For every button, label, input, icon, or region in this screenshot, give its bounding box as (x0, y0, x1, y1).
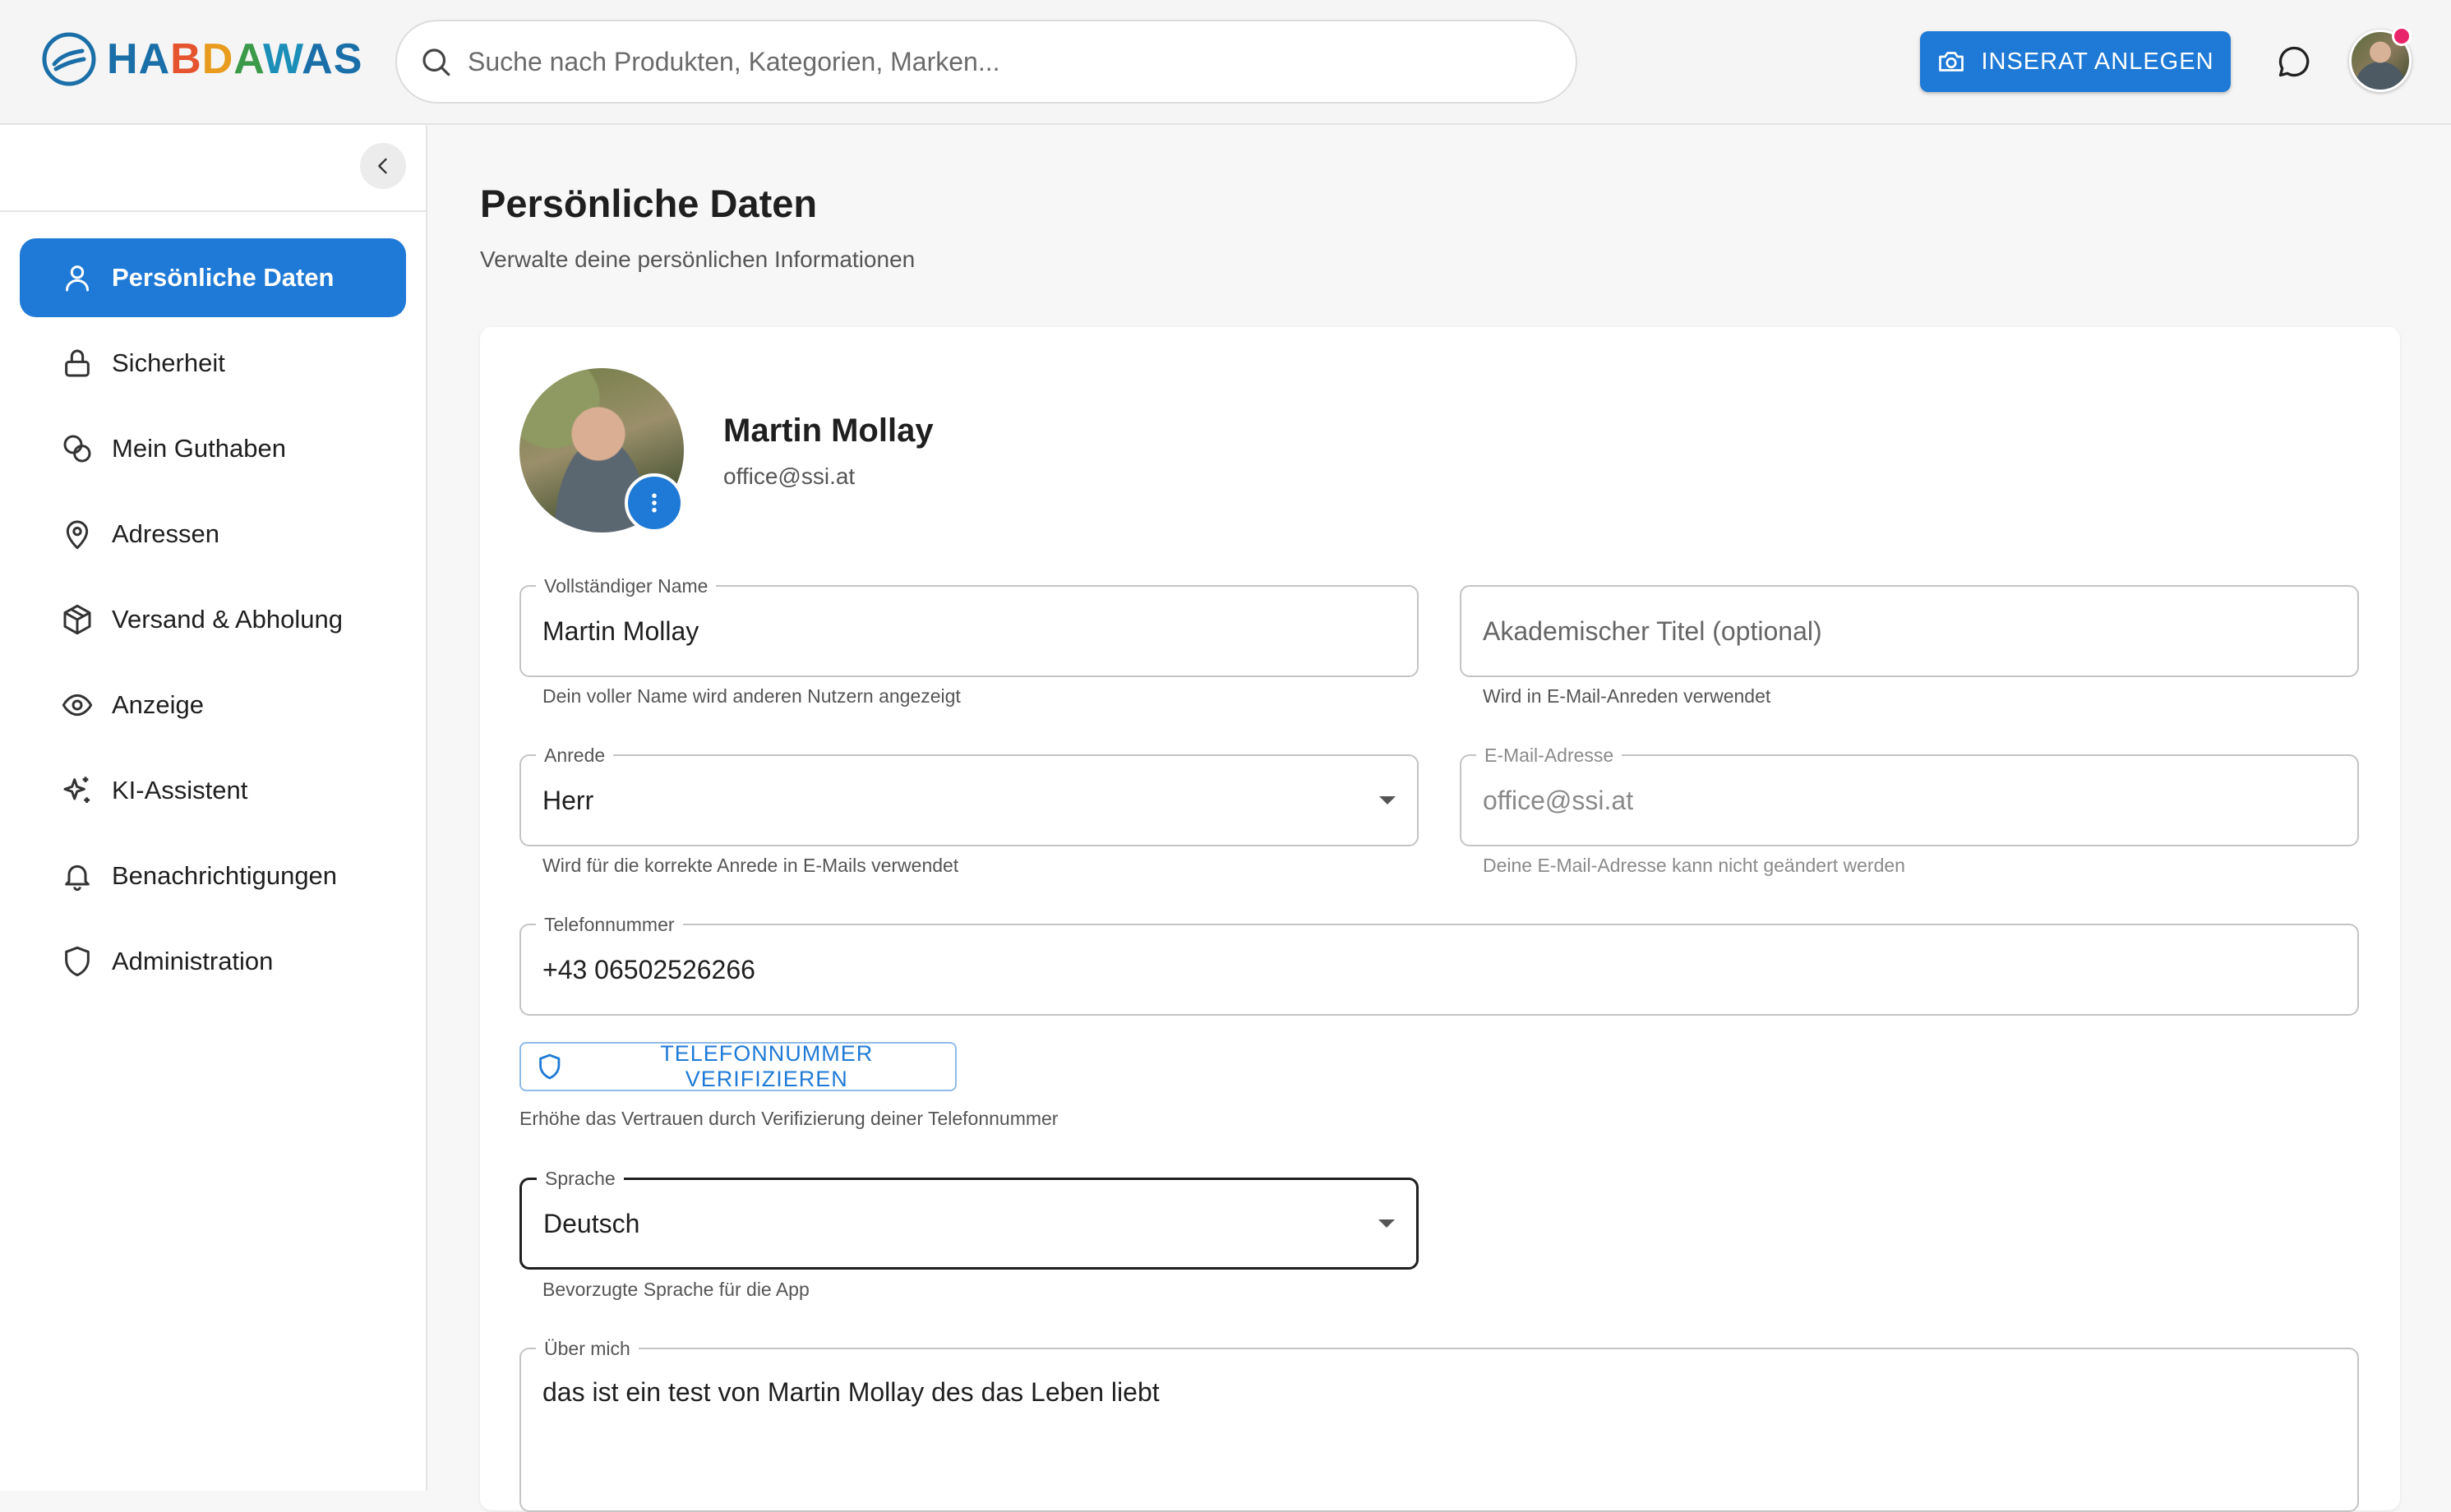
page-subtitle: Verwalte deine persönlichen Informatione… (480, 247, 916, 272)
messages-button[interactable] (2273, 41, 2315, 82)
salutation-select[interactable]: Anrede Herr (519, 744, 1419, 846)
personal-data-card: Martin Mollay office@ssi.at Vollständige… (480, 327, 2400, 1512)
sidebar-item-label: Persönliche Daten (112, 263, 335, 292)
create-listing-label: INSERAT ANLEGEN (1981, 48, 2214, 75)
verify-phone-label: TELEFONNUMMER VERIFIZIEREN (660, 1041, 874, 1091)
sidebar-item-label: Benachrichtigungen (112, 861, 338, 890)
verify-phone-button[interactable]: TELEFONNUMMER VERIFIZIEREN (519, 1041, 957, 1091)
user-icon (66, 265, 89, 292)
logo-text: HABDAWAS (107, 35, 363, 83)
sidebar-item-shipping[interactable]: Versand & Abholung (20, 580, 406, 659)
sidebar-item-balance[interactable]: Mein Guthaben (20, 409, 406, 488)
email-helper: Deine E-Mail-Adresse kann nicht geändert… (1483, 855, 1905, 876)
eye-icon (62, 694, 93, 717)
search-input[interactable] (468, 46, 1536, 77)
profile-email: office@ssi.at (723, 463, 856, 489)
about-me-textarea[interactable]: Über mich das ist ein test von Martin Mo… (519, 1337, 2359, 1512)
email-field: E-Mail-Adresse office@ssi.at (1460, 744, 2359, 846)
dropdown-arrow-icon (1378, 1219, 1395, 1228)
verify-phone-helper: Erhöhe das Vertrauen durch Verifizierung… (519, 1108, 1059, 1129)
sidebar-item-personal-data[interactable]: Persönliche Daten (20, 238, 406, 317)
sidebar: Persönliche Daten Sicherheit Mein Guthab… (0, 125, 427, 1491)
about-me-label: Über mich (536, 1337, 639, 1360)
search-bar[interactable] (395, 20, 1577, 104)
sidebar-item-label: Anzeige (112, 690, 205, 719)
full-name-value: Martin Mollay (542, 615, 699, 646)
salutation-value: Herr (542, 785, 594, 815)
camera-icon (1939, 52, 1964, 71)
chat-bubble-icon (2278, 46, 2310, 77)
phone-field[interactable]: Telefonnummer +43 06502526266 (519, 913, 2359, 1016)
sidebar-divider (0, 210, 426, 212)
map-pin-icon (66, 520, 89, 550)
language-value: Deutsch (543, 1208, 640, 1238)
avatar-options-button[interactable] (625, 473, 684, 532)
sidebar-item-label: Mein Guthaben (112, 434, 286, 463)
logo[interactable]: HABDAWAS (41, 31, 362, 87)
academic-title-helper: Wird in E-Mail-Anreden verwendet (1483, 685, 1771, 707)
shield-icon (65, 946, 90, 977)
sidebar-item-label: Versand & Abholung (112, 605, 343, 634)
top-bar: HABDAWAS INSERAT ANLEGEN (0, 0, 2451, 125)
full-name-helper: Dein voller Name wird anderen Nutzern an… (542, 685, 961, 707)
notification-badge (2392, 26, 2412, 46)
sidebar-item-display[interactable]: Anzeige (20, 666, 406, 744)
academic-title-field[interactable]: Akademischer Titel (optional) (1460, 585, 2359, 677)
language-helper: Bevorzugte Sprache für die App (542, 1279, 810, 1300)
package-icon (63, 604, 91, 635)
lock-icon (65, 349, 90, 377)
academic-title-placeholder: Akademischer Titel (optional) (1483, 615, 1822, 646)
bell-icon (65, 864, 90, 892)
phone-value: +43 06502526266 (542, 954, 755, 984)
shield-icon (539, 1053, 561, 1080)
more-vertical-icon (652, 493, 657, 513)
email-value: office@ssi.at (1483, 785, 1634, 815)
dropdown-arrow-icon (1379, 796, 1396, 804)
logo-icon (42, 32, 96, 86)
create-listing-button[interactable]: INSERAT ANLEGEN (1920, 31, 2231, 92)
sidebar-item-addresses[interactable]: Adressen (20, 495, 406, 574)
sidebar-item-label: Sicherheit (112, 348, 225, 377)
sidebar-item-label: Administration (112, 947, 274, 975)
sparkles-icon (63, 777, 90, 803)
page-title: Persönliche Daten (480, 182, 818, 225)
sidebar-item-label: Adressen (112, 519, 219, 548)
full-name-field[interactable]: Vollständiger Name Martin Mollay (519, 574, 1419, 677)
sidebar-item-label: KI-Assistent (112, 776, 248, 804)
sidebar-item-notifications[interactable]: Benachrichtigungen (20, 837, 406, 915)
coins-icon (63, 435, 91, 463)
sidebar-item-administration[interactable]: Administration (20, 922, 406, 1001)
profile-name: Martin Mollay (723, 413, 934, 449)
sidebar-item-ai-assistant[interactable]: KI-Assistent (20, 751, 406, 830)
search-icon (422, 48, 450, 76)
sidebar-nav: Persönliche Daten Sicherheit Mein Guthab… (20, 238, 406, 1007)
salutation-helper: Wird für die korrekte Anrede in E-Mails … (542, 855, 959, 876)
collapse-sidebar-button[interactable] (360, 143, 406, 189)
language-select[interactable]: Sprache Deutsch (519, 1167, 1419, 1270)
chevron-left-icon (378, 158, 387, 174)
sidebar-item-security[interactable]: Sicherheit (20, 324, 406, 403)
about-me-value: das ist ein test von Martin Mollay des d… (542, 1377, 1160, 1407)
